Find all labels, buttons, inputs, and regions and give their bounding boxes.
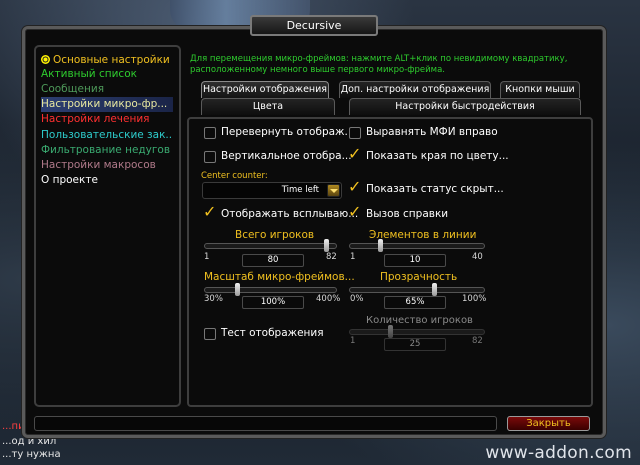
flip-display-label: Перевернуть отображ... <box>221 126 355 138</box>
tab-colors[interactable]: Цвета <box>201 98 335 115</box>
window-title[interactable]: Decursive <box>250 15 378 36</box>
total-players-value[interactable]: 80 <box>242 254 304 267</box>
tab-extra-display-settings[interactable]: Доп. настройки отображения <box>339 81 491 98</box>
show-hidden-status-checkbox[interactable]: ✓ <box>348 178 361 196</box>
sidebar-item-macros[interactable]: Настройки макросов <box>41 158 173 173</box>
sidebar-item-microframes[interactable]: Настройки микро-фр... <box>41 97 173 112</box>
checkmark-icon: ✓ <box>203 202 217 221</box>
show-popup-checkbox[interactable]: ✓ <box>203 203 216 221</box>
slider-thumb[interactable] <box>378 239 383 252</box>
transparency-min: 0% <box>350 294 364 304</box>
test-display-label: Тест отображения <box>221 327 324 339</box>
center-counter-dropdown[interactable]: Time left <box>202 182 342 199</box>
player-count-value[interactable]: 25 <box>384 338 446 351</box>
sidebar-item-main-settings[interactable]: Основные настройки <box>41 53 173 68</box>
slider-thumb[interactable] <box>388 325 393 338</box>
checkmark-icon: ✓ <box>348 144 362 163</box>
radioactive-icon <box>41 55 50 64</box>
scale-slider[interactable] <box>204 283 337 296</box>
center-counter-value: Time left <box>281 185 319 195</box>
vertical-display-checkbox[interactable] <box>204 151 216 163</box>
slider-thumb[interactable] <box>235 283 240 296</box>
move-hint-text: Для перемещения микро-фреймов: нажмите A… <box>190 54 568 75</box>
sidebar-item-about[interactable]: О проекте <box>41 173 173 188</box>
scale-max: 400% <box>316 294 341 304</box>
player-count-label: Количество игроков <box>366 315 473 326</box>
close-button[interactable]: Закрыть <box>507 416 590 431</box>
player-count-min: 1 <box>350 336 356 346</box>
elements-per-line-slider[interactable] <box>349 239 485 252</box>
sidebar-item-active-list[interactable]: Активный список <box>41 67 173 82</box>
chat-line-3: ...ту нужна <box>2 449 61 460</box>
tab-mouse-buttons[interactable]: Кнопки мыши <box>500 81 580 98</box>
scale-label: Масштаб микро-фреймов... <box>204 271 355 283</box>
center-counter-label: Center counter: <box>201 171 268 181</box>
tab-performance-settings[interactable]: Настройки быстродействия <box>349 98 581 115</box>
sidebar-item-messages[interactable]: Сообщения <box>41 82 173 97</box>
elements-per-line-min: 1 <box>350 252 356 262</box>
flip-display-checkbox[interactable] <box>204 127 216 139</box>
show-popup-label: Отображать всплываю... <box>221 208 359 220</box>
watermark: www-addon.com <box>485 443 632 463</box>
sidebar-item-affliction-filter[interactable]: Фильтрование недугов <box>41 143 173 158</box>
slider-thumb[interactable] <box>324 239 329 252</box>
show-hidden-status-label: Показать статус скрыт... <box>366 183 504 195</box>
player-count-max: 82 <box>472 336 483 346</box>
show-color-edges-checkbox[interactable]: ✓ <box>348 145 361 163</box>
chat-input[interactable] <box>34 416 497 431</box>
checkmark-icon: ✓ <box>348 177 362 196</box>
tab-display-settings[interactable]: Настройки отображения <box>201 81 329 98</box>
align-mfi-right-checkbox[interactable] <box>349 127 361 139</box>
scale-value[interactable]: 100% <box>242 296 304 309</box>
sidebar: Основные настройки Активный список Сообщ… <box>34 45 181 407</box>
total-players-min: 1 <box>204 252 210 262</box>
align-mfi-right-label: Выравнять МФИ вправо <box>366 126 498 138</box>
elements-per-line-label: Элементов в линии <box>369 229 477 241</box>
player-count-slider[interactable] <box>349 325 485 338</box>
sidebar-item-healing[interactable]: Настройки лечения <box>41 112 173 127</box>
transparency-label: Прозрачность <box>380 271 458 283</box>
dropdown-arrow-icon[interactable] <box>327 184 340 197</box>
sidebar-item-label: Основные настройки <box>53 54 170 66</box>
transparency-value[interactable]: 65% <box>384 296 446 309</box>
total-players-max: 82 <box>326 252 337 262</box>
call-help-label: Вызов справки <box>366 208 449 220</box>
test-display-checkbox[interactable] <box>204 328 216 340</box>
checkmark-icon: ✓ <box>348 202 362 221</box>
transparency-max: 100% <box>462 294 487 304</box>
transparency-slider[interactable] <box>349 283 485 296</box>
vertical-display-label: Вертикальное отобра... <box>221 150 352 162</box>
show-color-edges-label: Показать края по цвету... <box>366 150 509 162</box>
elements-per-line-value[interactable]: 10 <box>384 254 446 267</box>
total-players-slider[interactable] <box>204 239 337 252</box>
sidebar-item-custom-spells[interactable]: Пользовательские зак... <box>41 128 173 143</box>
elements-per-line-max: 40 <box>472 252 483 262</box>
slider-thumb[interactable] <box>432 283 437 296</box>
total-players-label: Всего игроков <box>235 229 315 241</box>
call-help-checkbox[interactable]: ✓ <box>348 203 361 221</box>
scale-min: 30% <box>204 294 223 304</box>
